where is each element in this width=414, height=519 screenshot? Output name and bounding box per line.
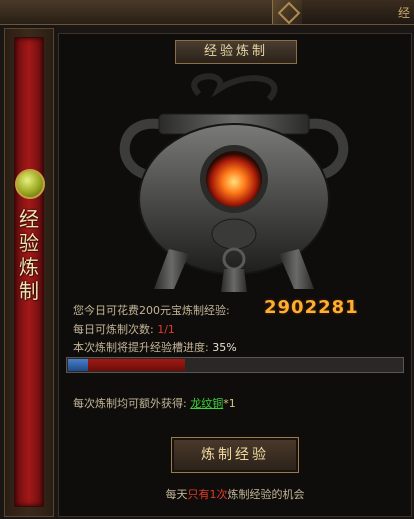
refine-exp-button[interactable]: 炼制经验 bbox=[171, 437, 299, 473]
progress-label: 本次炼制将提升经验槽进度: bbox=[73, 341, 209, 354]
progress-row: 本次炼制将提升经验槽进度: 35% bbox=[73, 339, 237, 355]
exp-progress-bar bbox=[66, 357, 404, 373]
panel-title: 经验炼制 bbox=[175, 40, 297, 64]
daily-count-value: 1/1 bbox=[157, 323, 175, 336]
top-tab-label: 经 bbox=[397, 6, 410, 20]
side-banner: 经 验 炼 制 bbox=[4, 28, 54, 517]
reward-mult: *1 bbox=[223, 397, 236, 410]
spend-label: 您今日可花费200元宝炼制经验: bbox=[73, 304, 230, 317]
top-tab[interactable]: 经 bbox=[302, 0, 414, 24]
daily-count-row: 每日可炼制次数: 1/1 bbox=[73, 321, 175, 337]
jade-cauldron-icon bbox=[15, 169, 45, 199]
exp-value: 2902281 bbox=[264, 297, 359, 318]
reward-item-link[interactable]: 龙纹铜 bbox=[190, 397, 223, 410]
corner-ornament-icon bbox=[272, 0, 304, 24]
cauldron-icon bbox=[119, 73, 349, 292]
reward-row: 每次炼制均可额外获得: 龙纹铜*1 bbox=[73, 395, 236, 411]
progress-value: 35% bbox=[212, 341, 237, 354]
reward-label: 每次炼制均可额外获得: bbox=[73, 397, 187, 410]
chance-note: 每天只有1次炼制经验的机会 bbox=[59, 486, 411, 502]
exp-progress-cap bbox=[68, 359, 88, 371]
top-bar: 经 bbox=[0, 0, 414, 25]
exp-refine-panel: 经验炼制 您今日可花费200元宝炼制经验: 2902281 每日可炼制次数: 1… bbox=[58, 33, 412, 517]
chance-pre: 每天 bbox=[165, 488, 188, 501]
side-title: 经 验 炼 制 bbox=[19, 207, 39, 303]
chance-red: 只有1次 bbox=[187, 488, 228, 501]
chance-post: 炼制经验的机会 bbox=[227, 488, 305, 501]
daily-count-label: 每日可炼制次数: bbox=[73, 323, 154, 336]
